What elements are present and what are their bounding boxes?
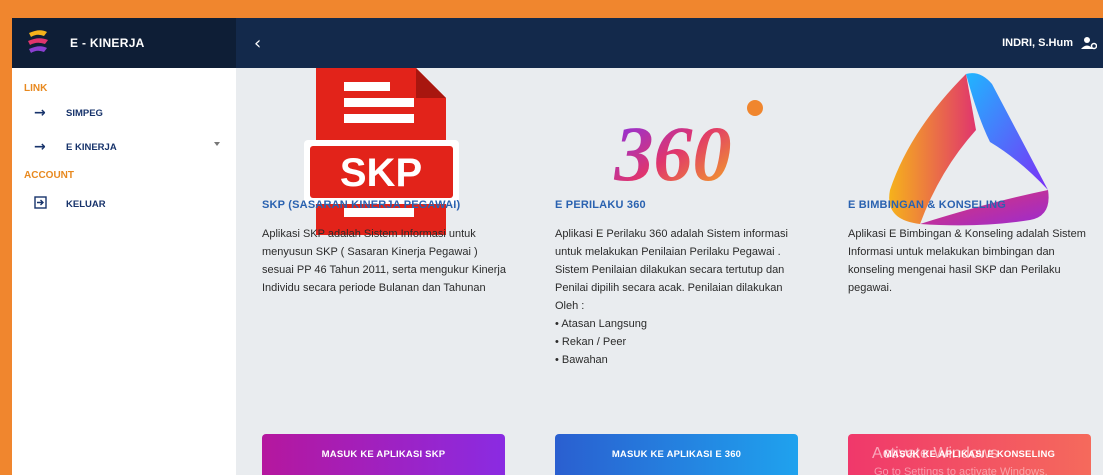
360-logo-text: 360 xyxy=(614,110,732,197)
card-description: Aplikasi E Perilaku 360 adalah Sistem in… xyxy=(555,225,800,369)
card-description-text: Aplikasi E Perilaku 360 adalah Sistem in… xyxy=(555,228,788,312)
brand-bar: E - KINERJA xyxy=(12,18,236,68)
arrow-right-icon: → xyxy=(34,139,46,155)
sidebar-item-e-kinerja[interactable]: → E KINERJA xyxy=(12,130,236,164)
sidebar-item-label: E KINERJA xyxy=(66,141,117,153)
sidebar: LINK → SIMPEG → E KINERJA ACCOUNT KELUAR xyxy=(12,68,236,475)
app-title: E - KINERJA xyxy=(70,36,145,50)
app-window: E - KINERJA ‹ INDRI, S.Hum LINK → SIMPEG… xyxy=(12,18,1103,475)
user-settings-icon xyxy=(1081,37,1097,50)
card-title: E BIMBINGAN & KONSELING xyxy=(848,199,1006,211)
user-menu[interactable]: INDRI, S.Hum xyxy=(1002,36,1097,50)
user-name: INDRI, S.Hum xyxy=(1002,37,1073,49)
logout-icon xyxy=(34,195,50,213)
chevron-down-icon xyxy=(214,142,220,146)
sidebar-item-label: SIMPEG xyxy=(66,107,103,119)
sidebar-item-keluar[interactable]: KELUAR xyxy=(12,187,236,221)
collapse-sidebar-icon[interactable]: ‹ xyxy=(254,33,261,54)
arrow-right-icon: → xyxy=(34,105,46,121)
open-skp-button[interactable]: MASUK KE APLIKASI SKP xyxy=(262,434,505,475)
list-item: Atasan Langsung xyxy=(555,315,800,333)
list-item: Bawahan xyxy=(555,351,800,369)
list-item: Rekan / Peer xyxy=(555,333,800,351)
open-e360-button[interactable]: MASUK KE APLIKASI E 360 xyxy=(555,434,798,475)
card-title: SKP (SASARAN KINERJA PEGAWAI) xyxy=(262,199,461,211)
card-description: Aplikasi SKP adalah Sistem Informasi unt… xyxy=(262,228,506,294)
360-logo-icon: 360 xyxy=(614,100,763,197)
activate-windows-hint: Go to Settings to activate Windows. xyxy=(874,466,1048,475)
evaluator-list: Atasan Langsung Rekan / Peer Bawahan xyxy=(555,315,800,369)
sidebar-section-link: LINK xyxy=(24,83,48,94)
sidebar-section-account: ACCOUNT xyxy=(24,170,74,181)
skp-logo-text: SKP xyxy=(340,151,422,195)
brand-logo-icon xyxy=(28,30,48,53)
sidebar-item-label: KELUAR xyxy=(66,198,106,210)
card-description: Aplikasi E Bimbingan & Konseling adalah … xyxy=(848,228,1086,294)
sidebar-item-simpeg[interactable]: → SIMPEG xyxy=(12,96,236,130)
card-title: E PERILAKU 360 xyxy=(555,199,646,211)
top-navbar: ‹ INDRI, S.Hum xyxy=(236,18,1103,68)
